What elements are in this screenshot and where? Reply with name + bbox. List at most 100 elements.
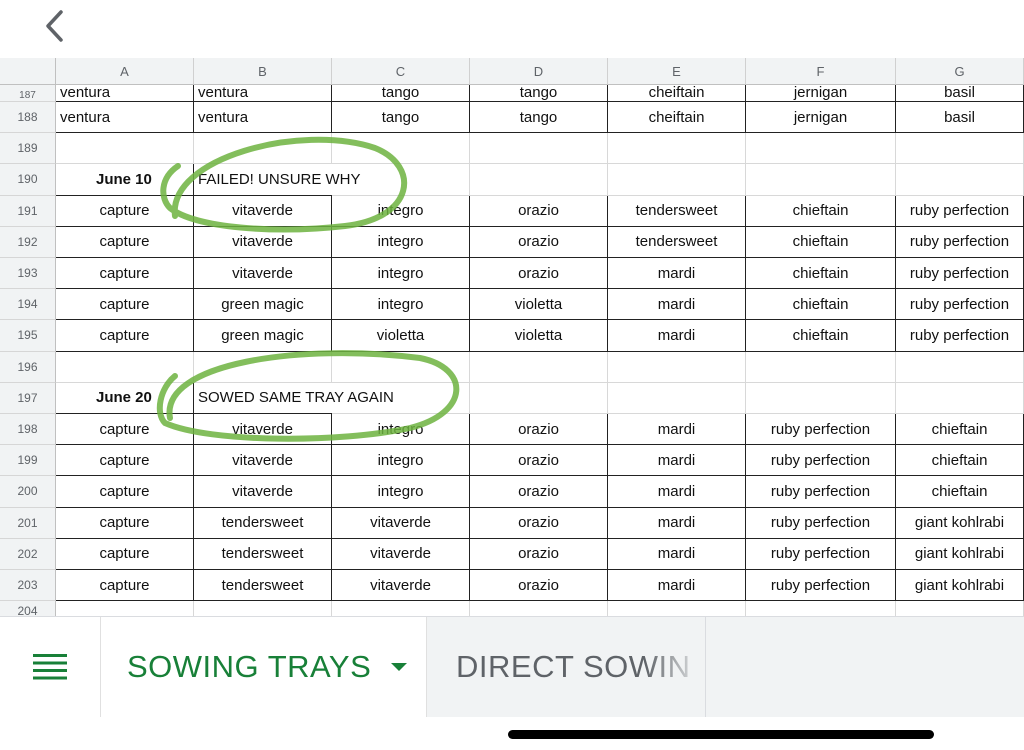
table-cell[interactable] xyxy=(332,351,470,383)
table-cell[interactable]: capture xyxy=(56,195,194,227)
table-cell[interactable]: vitaverde xyxy=(332,507,470,539)
table-cell[interactable] xyxy=(746,351,896,383)
table-cell[interactable]: ventura xyxy=(194,102,332,134)
table-cell[interactable]: mardi xyxy=(608,570,746,602)
row-header[interactable]: 203 xyxy=(0,570,56,602)
table-cell[interactable] xyxy=(332,164,470,196)
table-cell[interactable] xyxy=(194,351,332,383)
table-cell[interactable]: integro xyxy=(332,258,470,290)
table-cell[interactable]: ruby perfection xyxy=(746,445,896,477)
table-cell[interactable]: integro xyxy=(332,195,470,227)
table-cell[interactable]: vitaverde xyxy=(332,570,470,602)
table-cell[interactable]: tango xyxy=(470,85,608,102)
table-cell[interactable]: orazio xyxy=(470,507,608,539)
table-cell[interactable]: orazio xyxy=(470,476,608,508)
table-cell[interactable]: capture xyxy=(56,507,194,539)
table-cell[interactable] xyxy=(332,382,470,414)
table-cell[interactable]: tendersweet xyxy=(194,538,332,570)
column-header[interactable]: E xyxy=(608,58,746,85)
table-cell[interactable]: ventura xyxy=(56,102,194,134)
column-header[interactable]: G xyxy=(896,58,1024,85)
table-cell[interactable] xyxy=(332,133,470,165)
table-cell[interactable]: ventura xyxy=(194,85,332,102)
table-cell[interactable] xyxy=(608,351,746,383)
tab-sowing-trays[interactable]: SOWING TRAYS xyxy=(101,617,427,717)
table-cell[interactable]: ruby perfection xyxy=(896,320,1024,352)
table-cell[interactable]: ruby perfection xyxy=(746,570,896,602)
table-cell[interactable] xyxy=(608,382,746,414)
table-cell[interactable] xyxy=(332,601,470,616)
row-header[interactable]: 195 xyxy=(0,320,56,352)
table-cell[interactable]: orazio xyxy=(470,414,608,446)
table-cell[interactable] xyxy=(56,601,194,616)
table-cell[interactable]: jernigan xyxy=(746,102,896,134)
table-cell[interactable]: tendersweet xyxy=(608,195,746,227)
table-cell[interactable]: tango xyxy=(470,102,608,134)
row-header[interactable]: 198 xyxy=(0,414,56,446)
table-cell[interactable]: integro xyxy=(332,476,470,508)
table-cell[interactable]: ruby perfection xyxy=(896,289,1024,321)
table-cell[interactable] xyxy=(608,133,746,165)
table-cell[interactable]: tendersweet xyxy=(194,570,332,602)
table-cell[interactable]: chieftain xyxy=(746,258,896,290)
table-cell[interactable] xyxy=(746,382,896,414)
row-header[interactable]: 193 xyxy=(0,258,56,290)
column-header[interactable]: D xyxy=(470,58,608,85)
spreadsheet-grid[interactable]: A B C D E F G 187 ventura ventura tango tango cheift… xyxy=(0,58,1024,616)
table-cell[interactable]: giant kohlrabi xyxy=(896,538,1024,570)
table-cell[interactable] xyxy=(608,601,746,616)
table-cell[interactable]: vitaverde xyxy=(194,195,332,227)
table-cell[interactable]: basil xyxy=(896,102,1024,134)
table-cell[interactable] xyxy=(896,164,1024,196)
table-cell[interactable]: tango xyxy=(332,85,470,102)
table-cell[interactable]: chieftain xyxy=(746,289,896,321)
column-header[interactable]: B xyxy=(194,58,332,85)
table-cell[interactable]: capture xyxy=(56,258,194,290)
table-cell[interactable] xyxy=(896,351,1024,383)
table-cell[interactable]: tendersweet xyxy=(194,507,332,539)
table-cell[interactable]: mardi xyxy=(608,289,746,321)
table-cell[interactable]: June 20 xyxy=(56,382,194,414)
table-cell[interactable]: chieftain xyxy=(896,414,1024,446)
table-cell[interactable]: capture xyxy=(56,570,194,602)
table-cell[interactable]: chieftain xyxy=(896,445,1024,477)
table-cell[interactable]: mardi xyxy=(608,414,746,446)
table-cell[interactable]: vitaverde xyxy=(194,445,332,477)
table-cell[interactable] xyxy=(56,351,194,383)
table-cell[interactable]: orazio xyxy=(470,258,608,290)
dropdown-caret-icon[interactable] xyxy=(391,663,408,671)
table-cell[interactable]: ruby perfection xyxy=(746,507,896,539)
table-cell[interactable]: mardi xyxy=(608,507,746,539)
table-cell[interactable]: cheiftain xyxy=(608,102,746,134)
table-cell[interactable]: cheiftain xyxy=(608,85,746,102)
table-cell[interactable] xyxy=(470,133,608,165)
tab-direct-sowing[interactable]: DIRECT SOWIN xyxy=(428,617,706,717)
table-cell[interactable] xyxy=(896,382,1024,414)
table-cell[interactable]: integro xyxy=(332,226,470,258)
table-cell[interactable]: capture xyxy=(56,320,194,352)
row-header[interactable]: 192 xyxy=(0,226,56,258)
table-cell[interactable]: SOWED SAME TRAY AGAIN xyxy=(194,383,394,414)
table-cell[interactable]: tendersweet xyxy=(608,226,746,258)
row-header[interactable]: 201 xyxy=(0,507,56,539)
table-cell[interactable]: jernigan xyxy=(746,85,896,102)
table-cell[interactable] xyxy=(56,133,194,165)
back-button[interactable] xyxy=(36,6,72,46)
table-cell[interactable]: ruby perfection xyxy=(896,226,1024,258)
table-cell[interactable]: chieftain xyxy=(746,195,896,227)
table-cell[interactable]: violetta xyxy=(470,320,608,352)
table-cell[interactable]: ruby perfection xyxy=(896,195,1024,227)
row-header[interactable]: 194 xyxy=(0,289,56,321)
table-cell[interactable]: integro xyxy=(332,445,470,477)
row-header[interactable]: 197 xyxy=(0,382,56,414)
table-cell[interactable]: capture xyxy=(56,289,194,321)
all-sheets-menu-button[interactable] xyxy=(0,617,101,717)
row-header[interactable]: 188 xyxy=(0,102,56,134)
table-cell[interactable] xyxy=(896,601,1024,616)
column-header[interactable]: A xyxy=(56,58,194,85)
table-cell[interactable]: orazio xyxy=(470,226,608,258)
table-cell[interactable]: mardi xyxy=(608,445,746,477)
table-cell[interactable] xyxy=(896,133,1024,165)
table-cell[interactable]: mardi xyxy=(608,538,746,570)
column-header[interactable]: F xyxy=(746,58,896,85)
